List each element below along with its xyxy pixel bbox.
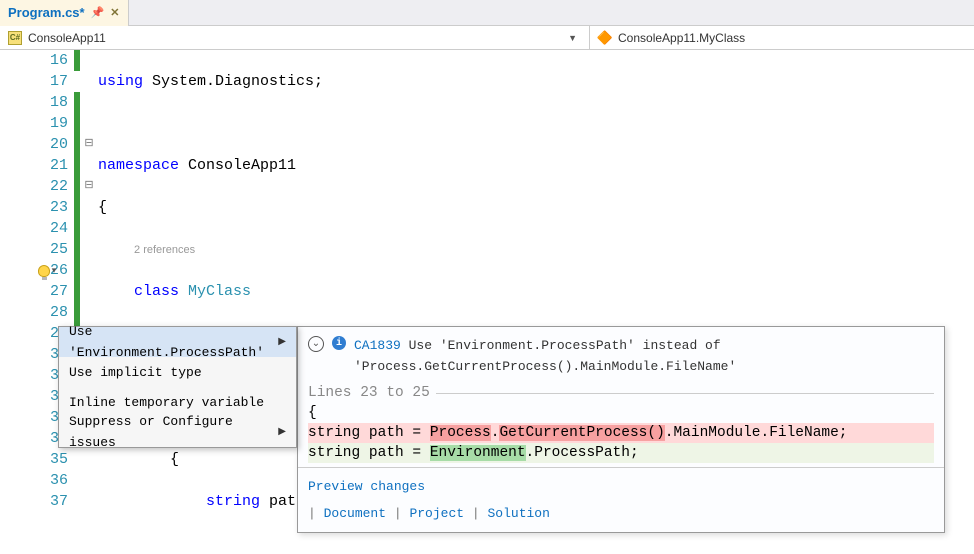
quickfix-item-label: Inline temporary variable: [69, 392, 264, 413]
chevron-down-circle-icon[interactable]: ⌄: [308, 336, 324, 352]
rule-id-link[interactable]: CA1839: [354, 338, 401, 353]
collapse-icon[interactable]: ⊟: [80, 134, 98, 155]
info-icon: i: [332, 336, 346, 350]
diff-line-removed: string path = Process.GetCurrentProcess(…: [308, 423, 934, 443]
fix-scope-project[interactable]: Project: [409, 506, 464, 521]
code-editor[interactable]: 16 17 18 19 20 21 22 23 24 25 26 27 28 2…: [0, 50, 974, 530]
rule-text: Use 'Environment.ProcessPath' instead of…: [354, 338, 736, 374]
fix-scope-document[interactable]: Document: [324, 506, 386, 521]
breadcrumb-class-label: ConsoleApp11.MyClass: [618, 31, 745, 45]
lightbulb-margin: ▾: [36, 219, 58, 281]
breadcrumb: C# ConsoleApp11 ▼ 🔶 ConsoleApp11.MyClass: [0, 26, 974, 50]
diff-preview: Lines 23 to 25 { string path = Process.G…: [298, 383, 944, 467]
tab-program-cs[interactable]: Program.cs* 📌 ✕: [0, 0, 129, 26]
breadcrumb-class[interactable]: 🔶 ConsoleApp11.MyClass: [590, 26, 753, 49]
diff-line-context: {: [308, 403, 934, 423]
chevron-right-icon: ▶: [278, 332, 286, 353]
preview-changes-link[interactable]: Preview changes: [308, 479, 425, 494]
lightbulb-icon[interactable]: ▾: [36, 261, 58, 281]
codelens-references[interactable]: 2 references: [134, 244, 195, 256]
collapse-icon[interactable]: ⊟: [80, 176, 98, 197]
rule-description: ⌄ i CA1839 Use 'Environment.ProcessPath'…: [298, 327, 944, 383]
preview-footer: Preview changes | Document | Project | S…: [298, 467, 944, 532]
tab-title: Program.cs*: [8, 5, 85, 20]
csharp-project-icon: C#: [8, 31, 22, 45]
pin-icon[interactable]: 📌: [91, 6, 105, 19]
diff-line-added: string path = Environment.ProcessPath;: [308, 443, 934, 463]
line-number-gutter: 16 17 18 19 20 21 22 23 24 25 26 27 28 2…: [0, 50, 74, 530]
quickfix-item-use-environment-processpath[interactable]: Use 'Environment.ProcessPath' ▶: [59, 327, 296, 357]
breadcrumb-project[interactable]: C# ConsoleApp11 ▼: [0, 26, 590, 49]
chevron-right-icon: ▶: [278, 422, 286, 443]
quickfix-item-suppress-configure[interactable]: Suppress or Configure issues ▶: [59, 417, 296, 447]
tab-bar: Program.cs* 📌 ✕: [0, 0, 974, 26]
breadcrumb-project-label: ConsoleApp11: [28, 31, 106, 45]
quickfix-item-label: Use 'Environment.ProcessPath': [69, 321, 278, 363]
preview-panel: ⌄ i CA1839 Use 'Environment.ProcessPath'…: [297, 326, 945, 533]
close-icon[interactable]: ✕: [110, 6, 119, 19]
quickfix-item-label: Suppress or Configure issues: [69, 411, 278, 453]
quickfix-item-label: Use implicit type: [69, 362, 202, 383]
outline-margin: ⊟ ⊟: [80, 50, 98, 530]
class-icon: 🔶: [598, 31, 612, 45]
diff-header: Lines 23 to 25: [308, 383, 430, 403]
chevron-down-icon[interactable]: ▼: [568, 33, 581, 43]
quickfix-menu: Use 'Environment.ProcessPath' ▶ Use impl…: [58, 326, 297, 448]
chevron-down-icon: ▾: [52, 261, 57, 282]
fix-scope-solution[interactable]: Solution: [487, 506, 549, 521]
